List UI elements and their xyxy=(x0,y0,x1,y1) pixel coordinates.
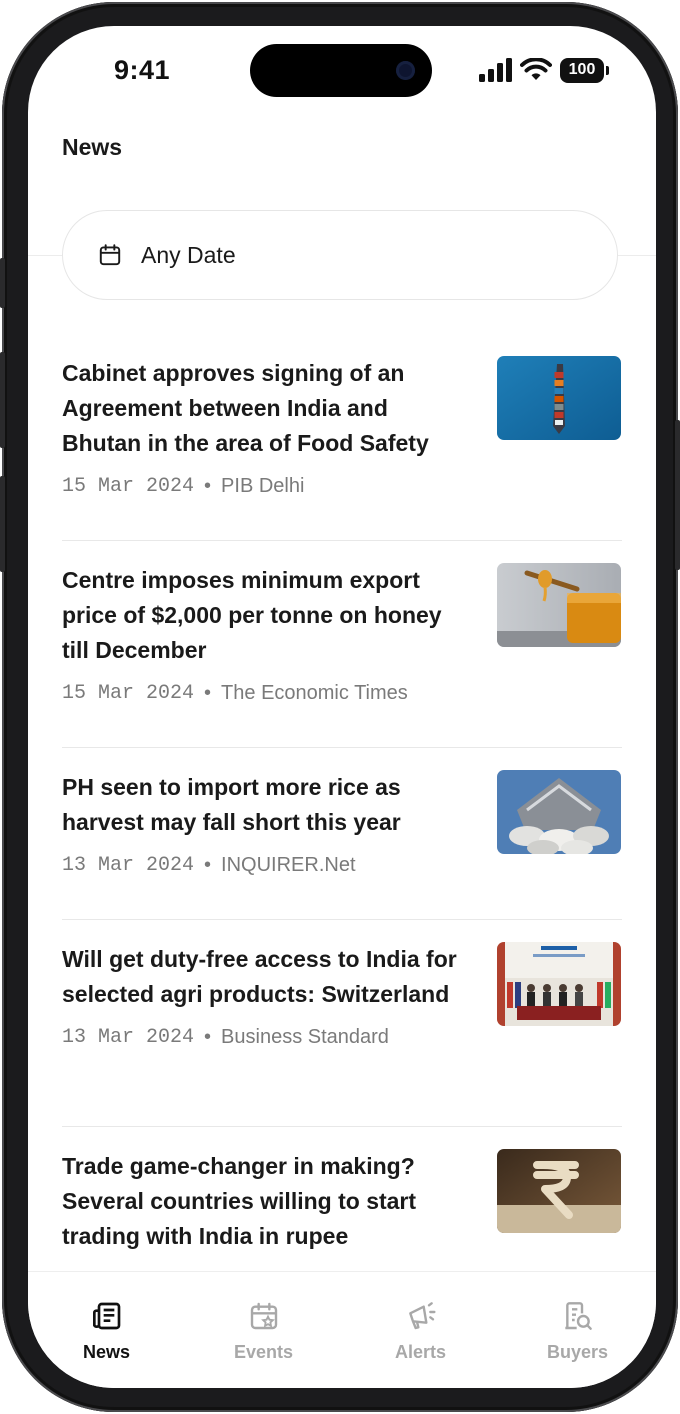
meta-separator: • xyxy=(204,1026,212,1048)
nav-label: Events xyxy=(233,1342,294,1362)
rupee-symbol-image[interactable] xyxy=(497,1149,621,1233)
bottom-nav: News Events Alerts Buyers xyxy=(28,1271,656,1388)
news-date: 15 Mar 2024 xyxy=(62,682,195,705)
nav-label: Buyers xyxy=(546,1342,609,1362)
news-item[interactable]: Centre imposes minimum export price of $… xyxy=(62,541,622,748)
date-filter-button[interactable]: Any Date xyxy=(62,210,618,300)
news-source: Business Standard xyxy=(221,1026,389,1048)
news-item[interactable]: PH seen to import more rice as harvest m… xyxy=(62,748,622,920)
page-title: News xyxy=(62,134,123,160)
meta-separator: • xyxy=(204,682,212,704)
news-headline[interactable]: Centre imposes minimum export price of $… xyxy=(62,563,472,668)
news-source: The Economic Times xyxy=(221,682,408,704)
calendar-star-icon xyxy=(250,1302,277,1330)
nav-alerts[interactable]: Alerts xyxy=(342,1272,499,1388)
dynamic-island xyxy=(250,44,432,97)
nav-news[interactable]: News xyxy=(28,1272,185,1388)
nav-label: Alerts xyxy=(394,1342,447,1362)
news-list: Cabinet approves signing of an Agreement… xyxy=(62,334,622,1327)
news-date: 13 Mar 2024 xyxy=(62,1026,195,1049)
wifi-icon xyxy=(520,58,552,80)
news-item[interactable]: Cabinet approves signing of an Agreement… xyxy=(62,334,622,541)
status-bar: 9:41 100 xyxy=(28,26,656,116)
news-meta: 15 Mar 2024 • The Economic Times xyxy=(62,682,472,705)
app-screen: 9:41 100 News Any Date Cabinet approves … xyxy=(28,26,656,1388)
cellular-signal-icon xyxy=(479,58,512,82)
nav-buyers[interactable]: Buyers xyxy=(499,1272,656,1388)
news-item[interactable]: Will get duty-free access to India for s… xyxy=(62,920,622,1127)
honey-jar-image[interactable] xyxy=(497,563,621,647)
action-button xyxy=(0,258,5,308)
cargo-ship-image[interactable] xyxy=(497,356,621,440)
megaphone-icon xyxy=(408,1302,436,1330)
newspaper-icon xyxy=(92,1302,120,1330)
nav-label: News xyxy=(82,1342,131,1362)
volume-down-button xyxy=(0,476,5,572)
date-filter-label: Any Date xyxy=(141,241,236,268)
battery-indicator: 100 xyxy=(560,57,609,83)
news-meta: 15 Mar 2024 • PIB Delhi xyxy=(62,475,472,498)
news-date: 15 Mar 2024 xyxy=(62,475,195,498)
meta-separator: • xyxy=(204,854,212,876)
news-meta: 13 Mar 2024 • Business Standard xyxy=(62,1026,472,1049)
news-headline[interactable]: Will get duty-free access to India for s… xyxy=(62,942,472,1012)
volume-up-button xyxy=(0,352,5,448)
building-search-icon xyxy=(564,1302,592,1330)
battery-level: 100 xyxy=(568,61,596,78)
meta-separator: • xyxy=(204,475,212,497)
news-source: INQUIRER.Net xyxy=(221,854,356,876)
news-date: 13 Mar 2024 xyxy=(62,854,195,877)
news-source: PIB Delhi xyxy=(221,475,305,497)
status-time: 9:41 xyxy=(114,55,171,85)
news-headline[interactable]: Cabinet approves signing of an Agreement… xyxy=(62,356,472,461)
rice-sacks-image[interactable] xyxy=(497,770,621,854)
news-headline[interactable]: PH seen to import more rice as harvest m… xyxy=(62,770,472,840)
status-icons: 100 xyxy=(479,56,609,84)
calendar-icon xyxy=(99,244,121,266)
news-headline[interactable]: Trade game-changer in making? Several co… xyxy=(62,1149,472,1254)
news-meta: 13 Mar 2024 • INQUIRER.Net xyxy=(62,854,472,877)
power-button xyxy=(675,420,680,570)
signing-ceremony-image[interactable] xyxy=(497,942,621,1026)
nav-events[interactable]: Events xyxy=(185,1272,342,1388)
front-camera xyxy=(396,61,415,80)
